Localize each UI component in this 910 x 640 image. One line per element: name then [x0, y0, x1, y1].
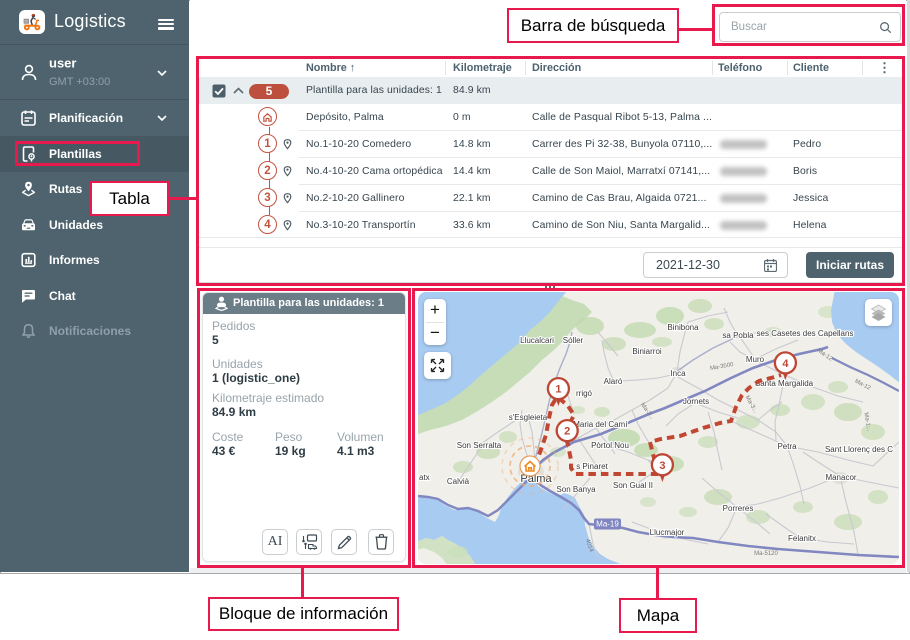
svg-text:sa Pobla: sa Pobla	[722, 331, 754, 340]
svg-text:Llucmajor: Llucmajor	[650, 528, 685, 537]
svg-text:rrigó: rrigó	[576, 389, 593, 398]
svg-text:Son Banya: Son Banya	[556, 485, 596, 494]
svg-text:Pòrtol Nou: Pòrtol Nou	[591, 441, 629, 450]
svg-text:Petra: Petra	[777, 442, 797, 451]
svg-text:Porreres: Porreres	[723, 504, 754, 513]
svg-text:s'Esgleieta: s'Esgleieta	[509, 413, 548, 422]
svg-text:Manacor: Manacor	[825, 473, 856, 482]
svg-text:Llucalcari: Llucalcari	[520, 336, 554, 345]
svg-text:Ma-19: Ma-19	[596, 520, 619, 529]
svg-text:Binibona: Binibona	[667, 323, 699, 332]
svg-text:3: 3	[659, 460, 665, 472]
svg-text:Santa Margalida: Santa Margalida	[755, 379, 814, 388]
svg-text:s Pinaret: s Pinaret	[576, 462, 608, 471]
svg-text:Jornets: Jornets	[683, 397, 709, 406]
svg-text:Sant Llorenç des C: Sant Llorenç des C	[825, 445, 893, 454]
svg-text:Muro: Muro	[746, 355, 765, 364]
svg-text:Son Serralta: Son Serralta	[457, 441, 502, 450]
svg-text:Calvià: Calvià	[447, 477, 470, 486]
svg-text:1: 1	[555, 384, 561, 396]
svg-text:2: 2	[564, 426, 570, 438]
svg-text:Inca: Inca	[670, 369, 686, 378]
svg-text:Felanitx: Felanitx	[788, 534, 816, 543]
svg-text:4: 4	[782, 358, 789, 370]
svg-text:Biniarroi: Biniarroi	[632, 347, 662, 356]
svg-text:ses Casetes des Capellans: ses Casetes des Capellans	[757, 329, 854, 338]
svg-text:Son Gual II: Son Gual II	[613, 481, 653, 490]
svg-text:Ma-5120: Ma-5120	[754, 551, 778, 557]
svg-text:Alaró: Alaró	[604, 377, 623, 386]
svg-text:atx: atx	[419, 473, 430, 482]
svg-text:Sóller: Sóller	[563, 336, 584, 345]
